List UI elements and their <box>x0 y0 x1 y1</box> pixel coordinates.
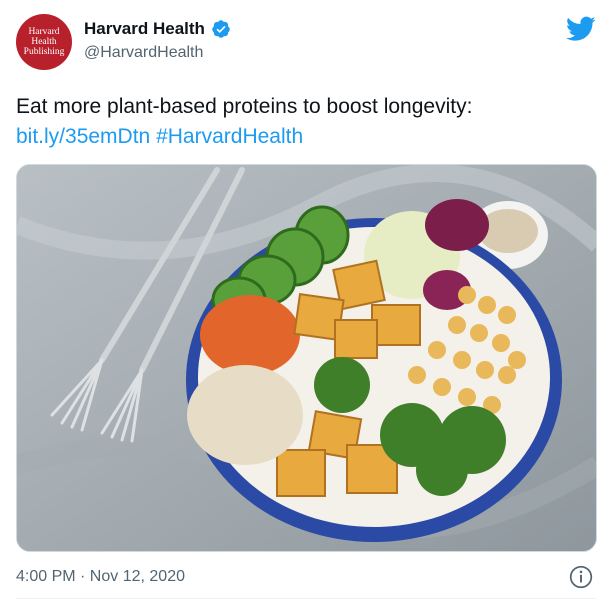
bottom-divider <box>16 598 596 599</box>
avatar-text-line-1: Harvard <box>28 27 60 37</box>
tweet-photo[interactable] <box>16 164 597 552</box>
author-display-name[interactable]: Harvard Health <box>84 19 205 39</box>
tweet-card: Harvard Health Publishing Harvard Health… <box>0 0 612 604</box>
verified-badge-icon <box>212 20 230 38</box>
avatar[interactable]: Harvard Health Publishing <box>16 14 72 70</box>
author-handle[interactable]: @HarvardHealth <box>84 44 203 62</box>
twitter-bird-icon[interactable] <box>566 16 596 42</box>
tweet-body: Eat more plant-based proteins to boost l… <box>16 95 473 118</box>
hashtag-link[interactable]: #HarvardHealth <box>156 125 303 148</box>
avatar-text-line-3: Publishing <box>23 47 65 57</box>
author-name-row: Harvard Health <box>84 19 231 39</box>
avatar-text-line-2: Health <box>31 37 57 47</box>
tweet-links-line: bit.ly/35emDtn #HarvardHealth <box>16 122 596 152</box>
info-icon[interactable] <box>568 564 594 590</box>
tweet-text: Eat more plant-based proteins to boost l… <box>16 92 596 152</box>
food-bowl-photo <box>17 165 596 551</box>
short-link[interactable]: bit.ly/35emDtn <box>16 125 150 148</box>
tweet-timestamp[interactable]: 4:00 PM · Nov 12, 2020 <box>16 568 185 586</box>
